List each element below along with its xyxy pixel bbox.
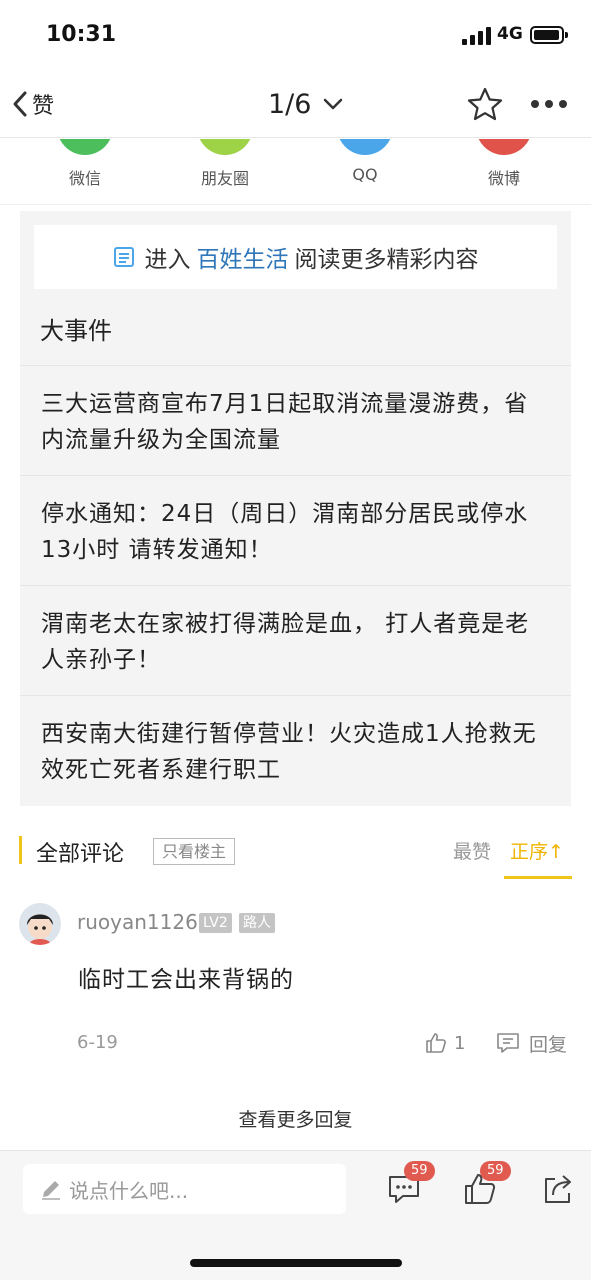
comment-reply-button[interactable]: 回复: [495, 1028, 567, 1058]
like-count-badge: 59: [480, 1161, 511, 1181]
network-type: 4G: [497, 24, 523, 44]
weibo-icon: [476, 139, 532, 155]
enter-app-banner[interactable]: 进入 百姓生活 阅读更多精彩内容: [34, 225, 557, 289]
section-heading: 大事件: [40, 317, 112, 345]
share-row: 微信 朋友圈 QQ 微博: [0, 139, 591, 205]
share-label: 朋友圈: [200, 169, 249, 188]
news-title: 停水通知：24日（周日）渭南部分居民或停水13小时 请转发通知！: [41, 501, 529, 563]
reply-bubble-icon: [497, 1033, 519, 1053]
screen: 10:31 4G 赞 1/6 微信 朋友圈 QQ 微博 进入 百姓生活 阅读更多…: [0, 0, 591, 1280]
enter-suffix: 阅读更多精彩内容: [294, 247, 479, 273]
pencil-icon: [42, 1181, 60, 1200]
view-more-replies-link[interactable]: 查看更多回复: [0, 1105, 591, 1132]
comment-username[interactable]: ruoyan1126: [77, 910, 198, 934]
moments-icon: [197, 139, 253, 155]
status-time: 10:31: [46, 22, 117, 47]
news-title: 西安南大街建行暂停营业！火灾造成1人抢救无效死亡死者系建行职工: [41, 721, 537, 783]
comment-count-badge: 59: [404, 1161, 435, 1181]
comment-like-button[interactable]: 1: [424, 1028, 465, 1058]
enter-app-name: 百姓生活: [196, 247, 289, 273]
avatar-image: [27, 914, 53, 945]
qq-icon: [337, 139, 393, 155]
sort-order-tab[interactable]: 正序↑: [504, 828, 572, 879]
document-icon: [113, 247, 134, 267]
wechat-icon: [57, 139, 113, 155]
sort-hot-tab[interactable]: 最赞: [453, 837, 491, 864]
bottom-bar: 说点什么吧... 59 59: [0, 1150, 591, 1280]
thumbs-up-icon: [426, 1033, 446, 1053]
rank-badge: 路人: [239, 913, 275, 933]
image-pager-dropdown[interactable]: 1/6: [268, 86, 347, 122]
favorite-star-icon[interactable]: [466, 86, 504, 122]
enter-prefix: 进入: [144, 247, 191, 273]
back-button[interactable]: 赞: [10, 88, 54, 120]
level-badge: LV2: [199, 913, 232, 933]
news-item[interactable]: 西安南大街建行暂停营业！火灾造成1人抢救无效死亡死者系建行职工: [20, 695, 571, 805]
status-bar: 10:31 4G: [0, 0, 591, 70]
like-button[interactable]: 59: [462, 1161, 511, 1211]
battery-icon: [530, 26, 568, 44]
comments-title: 全部评论: [36, 842, 125, 867]
news-title: 渭南老太在家被打得满脸是血， 打人者竟是老人亲孙子！: [41, 611, 530, 673]
share-button[interactable]: [541, 1171, 581, 1211]
related-content: 进入 百姓生活 阅读更多精彩内容 大事件 三大运营商宣布7月1日起取消流量漫游费…: [20, 211, 571, 806]
avatar[interactable]: [19, 903, 61, 945]
like-count: 1: [454, 1032, 466, 1054]
share-label: 微博: [487, 169, 520, 188]
news-item[interactable]: 停水通知：24日（周日）渭南部分居民或停水13小时 请转发通知！: [20, 475, 571, 585]
comments-button[interactable]: 59: [386, 1161, 435, 1211]
news-item[interactable]: 三大运营商宣布7月1日起取消流量漫游费，省内流量升级为全国流量: [20, 365, 571, 475]
share-icon: [545, 1175, 571, 1203]
more-options-icon[interactable]: [530, 94, 568, 114]
nav-bar: 赞 1/6: [0, 70, 591, 138]
comments-header: 全部评论 只看楼主 最赞 正序↑: [0, 828, 591, 880]
news-title: 三大运营商宣布7月1日起取消流量漫游费，省内流量升级为全国流量: [41, 391, 529, 453]
comment-text: 临时工会出来背锅的: [78, 967, 294, 993]
pager-text: 1/6: [268, 88, 312, 120]
signal-icon: [462, 27, 492, 45]
comment-item: ruoyan1126 LV2 路人 临时工会出来背锅的 6-19 1 回复: [0, 898, 591, 1068]
reply-label: 回复: [529, 1033, 568, 1056]
comment-input[interactable]: 说点什么吧...: [23, 1164, 346, 1214]
sort-order-label: 正序↑: [510, 841, 564, 863]
comment-input-placeholder: 说点什么吧...: [69, 1178, 189, 1203]
only-op-filter-button[interactable]: 只看楼主: [153, 838, 236, 865]
comment-date: 6-19: [77, 1032, 118, 1053]
back-label: 赞: [32, 94, 55, 119]
section-accent-bar: [19, 836, 22, 864]
share-label: QQ: [352, 165, 378, 184]
share-label: 微信: [68, 169, 101, 188]
news-item[interactable]: 渭南老太在家被打得满脸是血， 打人者竟是老人亲孙子！: [20, 585, 571, 695]
home-indicator: [190, 1259, 402, 1267]
chevron-down-icon: [324, 98, 343, 110]
chevron-left-icon: [13, 91, 27, 117]
